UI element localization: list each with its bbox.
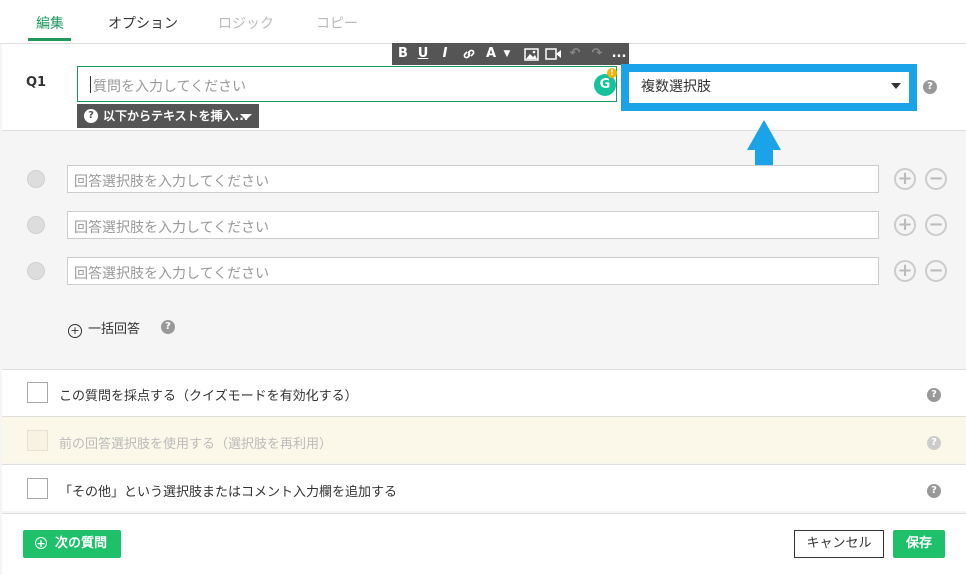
format-toolbar: B U I A ▼ ↶ ↷ ... <box>392 43 629 65</box>
italic-button[interactable]: I <box>436 43 454 65</box>
next-question-button[interactable]: + 次の質問 <box>23 530 121 558</box>
answer-input-placeholder: 回答選択肢を入力してください <box>74 220 270 236</box>
help-icon: ? <box>84 109 98 123</box>
tab-options[interactable]: オプション <box>108 13 178 33</box>
question-type-value: 複数選択肢 <box>641 79 711 95</box>
undo-icon[interactable]: ↶ <box>566 43 584 65</box>
next-question-label: 次の質問 <box>55 536 108 551</box>
answer-radio <box>27 262 45 280</box>
score-question-help-icon[interactable]: ? <box>927 388 941 402</box>
font-color-dropdown-icon[interactable]: ▼ <box>498 43 516 65</box>
remove-answer-button[interactable]: − <box>925 214 947 236</box>
chevron-down-icon[interactable] <box>891 83 901 89</box>
answer-input[interactable]: 回答選択肢を入力してください <box>67 165 879 193</box>
chevron-down-icon <box>240 114 252 120</box>
answer-radio <box>27 216 45 234</box>
add-other-help-icon[interactable]: ? <box>927 484 941 498</box>
answer-input[interactable]: 回答選択肢を入力してください <box>67 257 879 285</box>
add-answer-button[interactable]: + <box>894 168 916 190</box>
reuse-choices-label: 前の回答選択肢を使用する（選択肢を再利用） <box>59 437 333 452</box>
add-other-checkbox[interactable] <box>27 478 48 499</box>
bulk-answer-help-icon[interactable]: ? <box>161 320 175 334</box>
add-other-label: 「その他」という選択肢またはコメント入力欄を追加する <box>59 485 398 500</box>
remove-answer-button[interactable]: − <box>925 260 947 282</box>
add-answer-button[interactable]: + <box>894 214 916 236</box>
tab-copy[interactable]: コピー <box>316 13 358 33</box>
text-caret <box>90 76 91 93</box>
tab-edit[interactable]: 編集 <box>36 13 64 33</box>
insert-text-from-label: 以下からテキストを挿入... <box>103 109 249 123</box>
remove-answer-button[interactable]: − <box>925 168 947 190</box>
active-tab-indicator <box>28 38 71 41</box>
question-type-help-icon[interactable]: ? <box>923 80 937 94</box>
question-input[interactable]: 質問を入力してください <box>77 66 617 102</box>
plus-circle-icon: + <box>35 537 47 550</box>
more-button[interactable]: ... <box>610 43 628 65</box>
redo-icon[interactable]: ↷ <box>588 43 606 65</box>
underline-button[interactable]: U <box>414 43 432 65</box>
video-icon[interactable] <box>544 43 562 65</box>
image-icon[interactable] <box>522 43 540 65</box>
score-question-label: この質問を採点する（クイズモードを有効化する） <box>59 389 358 404</box>
reuse-choices-help-icon[interactable]: ? <box>927 436 941 450</box>
answer-input-placeholder: 回答選択肢を入力してください <box>74 266 270 282</box>
bulk-answer-label: 一括回答 <box>88 322 141 337</box>
save-button[interactable]: 保存 <box>893 530 945 558</box>
annotation-arrow-head <box>747 120 781 150</box>
bold-button[interactable]: B <box>394 43 412 65</box>
reuse-choices-checkbox <box>27 430 48 451</box>
answer-input-placeholder: 回答選択肢を入力してください <box>74 174 270 190</box>
add-answer-button[interactable]: + <box>894 260 916 282</box>
question-input-placeholder: 質問を入力してください <box>93 79 247 95</box>
answer-radio <box>27 170 45 188</box>
answer-input[interactable]: 回答選択肢を入力してください <box>67 211 879 239</box>
score-question-checkbox[interactable] <box>27 382 48 403</box>
plus-circle-icon: + <box>68 324 82 338</box>
cancel-button[interactable]: キャンセル <box>794 530 884 558</box>
insert-text-from-button[interactable]: ? 以下からテキストを挿入... <box>77 104 259 128</box>
tab-logic[interactable]: ロジック <box>218 13 274 33</box>
link-icon[interactable] <box>460 43 478 65</box>
tab-bar: 編集 オプション ロジック コピー <box>0 0 966 44</box>
grammarly-alert-icon: ! <box>607 68 617 78</box>
bulk-answer-link[interactable]: + 一括回答 <box>68 318 140 338</box>
question-number: Q1 <box>26 75 47 90</box>
question-editor: 編集 オプション ロジック コピー Q1 B U I A ▼ ↶ ↷ ... 質… <box>0 0 966 575</box>
